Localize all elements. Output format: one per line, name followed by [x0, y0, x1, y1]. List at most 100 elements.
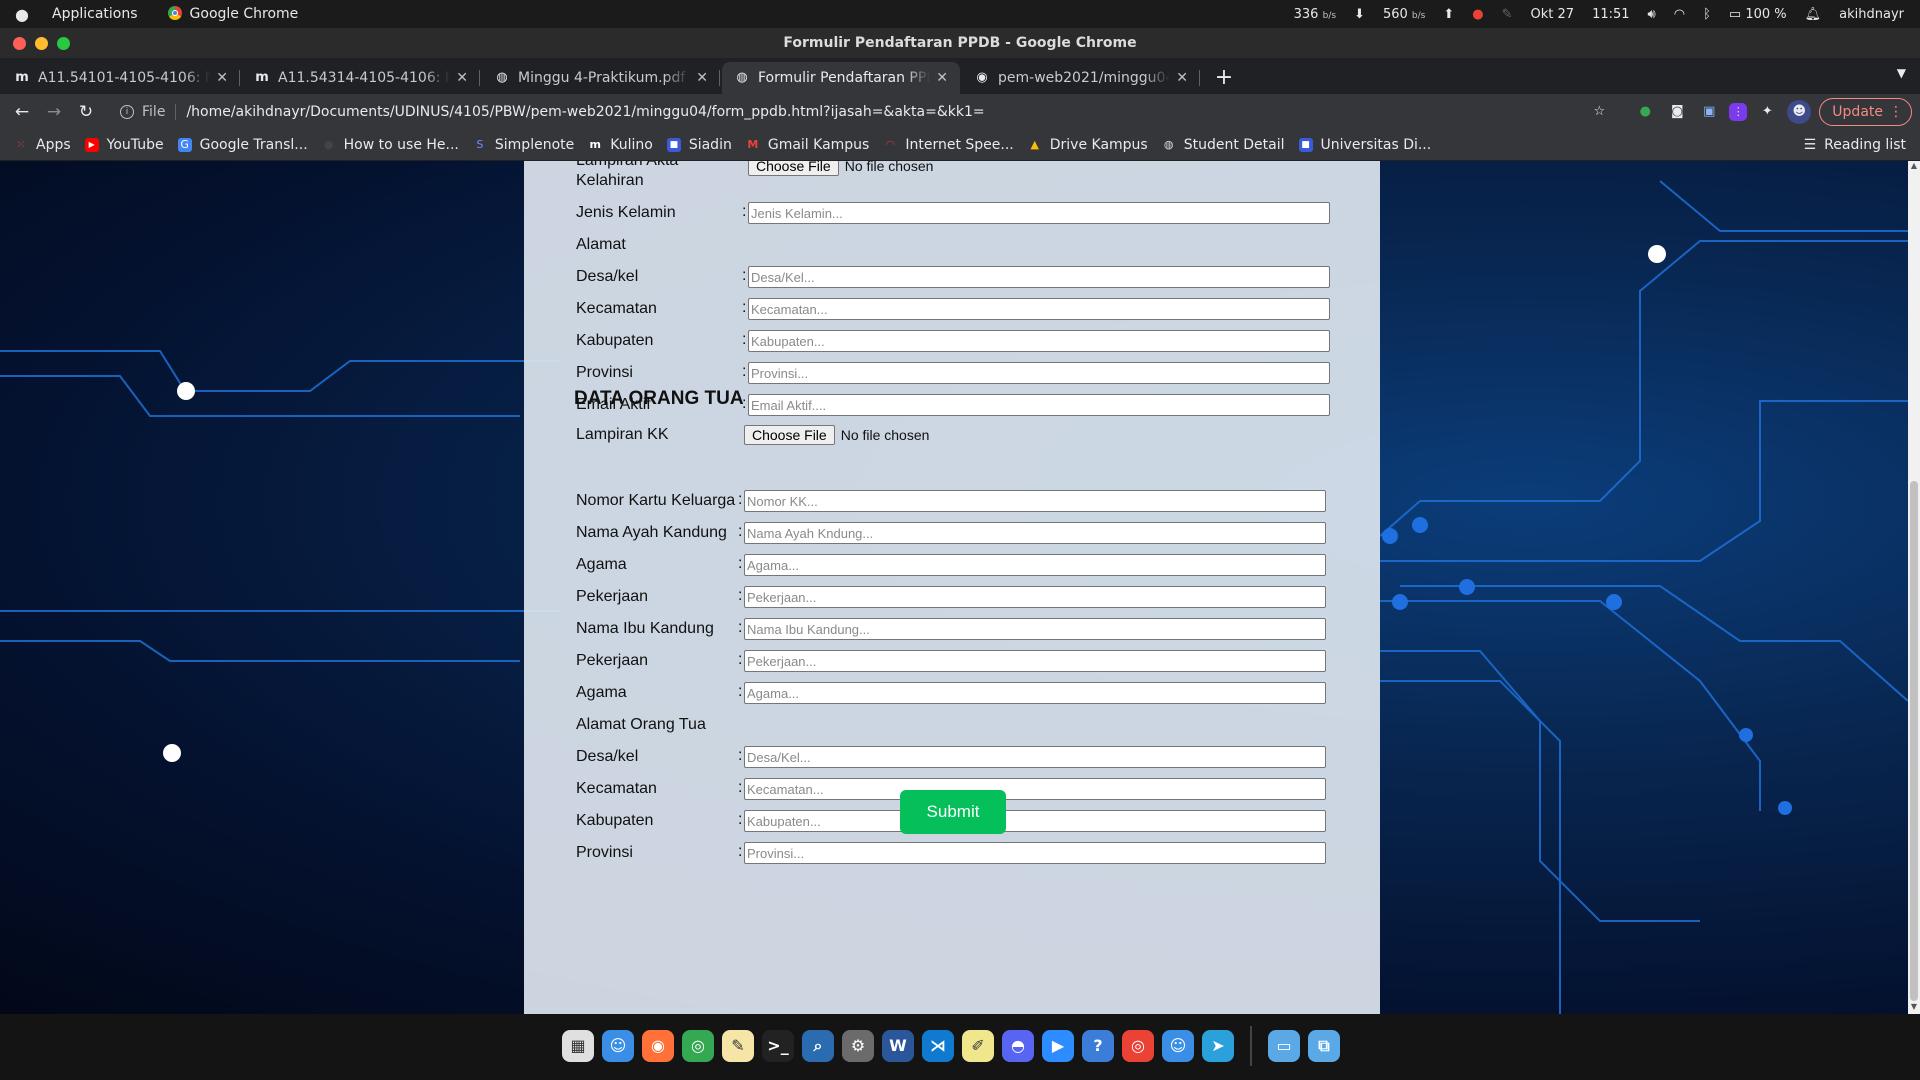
bookmark-star-icon[interactable]: ☆ — [1587, 100, 1611, 124]
bookmark-apps[interactable]: ⁙ Apps — [14, 137, 70, 153]
text-input[interactable] — [744, 682, 1326, 704]
translate-extension-icon[interactable]: ▣ — [1697, 100, 1721, 124]
tab-github[interactable]: ◉ pem-web2021/minggu04 ✕ — [962, 62, 1200, 94]
bookmark-student-detail[interactable]: ◍ Student Detail — [1162, 137, 1285, 153]
text-input[interactable] — [744, 746, 1326, 768]
search-icon[interactable]: ⌕ — [802, 1030, 834, 1062]
close-tab-icon[interactable]: ✕ — [456, 62, 468, 94]
tab-moodle-1[interactable]: m A11.54101-4105-4106: Me ✕ — [2, 62, 240, 94]
bookmark-kulino[interactable]: m Kulino — [588, 137, 653, 153]
text-input[interactable] — [744, 842, 1326, 864]
bookmark-how-to-use[interactable]: ● How to use He... — [322, 137, 459, 153]
firefox-icon[interactable]: ◉ — [642, 1030, 674, 1062]
maximize-window-button[interactable] — [57, 37, 70, 50]
tab-search-chevron-icon[interactable]: ▼ — [1897, 66, 1906, 80]
update-button[interactable]: Update — [1819, 98, 1912, 126]
notification-bell-icon[interactable]: 🔔︎ — [1805, 7, 1822, 22]
bookmark-siadin[interactable]: ■ Siadin — [666, 137, 732, 153]
text-input[interactable] — [748, 202, 1330, 224]
extension-globe-icon[interactable]: ● — [1633, 100, 1657, 124]
text-input[interactable] — [748, 330, 1330, 352]
notes-icon[interactable]: ✎ — [722, 1030, 754, 1062]
reading-list[interactable]: ☰ Reading list — [1804, 130, 1906, 160]
notes-app-icon[interactable]: ✐ — [962, 1030, 994, 1062]
close-tab-icon[interactable]: ✕ — [216, 62, 228, 94]
akta-file-input[interactable]: Choose File No file chosen — [748, 161, 933, 176]
tab-moodle-2[interactable]: m A11.54314-4105-4106: Rep ✕ — [242, 62, 480, 94]
settings-icon[interactable]: ⚙ — [842, 1030, 874, 1062]
chrome-icon[interactable]: ◎ — [682, 1030, 714, 1062]
text-input[interactable] — [744, 490, 1326, 512]
scroll-down-arrow-icon[interactable]: ▼ — [1908, 1002, 1920, 1014]
finder-icon[interactable]: ☺ — [602, 1030, 634, 1062]
bookmark-drive-kampus[interactable]: ▲ Drive Kampus — [1028, 137, 1148, 153]
camera-extension-icon[interactable]: ◙ — [1665, 100, 1689, 124]
discord-icon[interactable]: ◓ — [1002, 1030, 1034, 1062]
close-tab-icon[interactable]: ✕ — [936, 62, 948, 94]
help-icon[interactable]: ? — [1082, 1030, 1114, 1062]
text-input[interactable] — [744, 586, 1326, 608]
url-path[interactable]: /home/akihdnayr/Documents/UDINUS/4105/PB… — [186, 104, 984, 120]
bookmark-youtube[interactable]: ▶ YouTube — [84, 137, 164, 153]
text-input[interactable] — [744, 522, 1326, 544]
choose-file-button[interactable]: Choose File — [748, 161, 839, 176]
bookmark-internet-speed[interactable]: ◠ Internet Spee... — [883, 137, 1014, 153]
page-scrollbar[interactable]: ▲ ▼ — [1908, 161, 1920, 1014]
submit-button[interactable]: Submit — [900, 790, 1006, 834]
scrollbar-thumb[interactable] — [1910, 481, 1918, 1001]
minimize-window-button[interactable] — [35, 37, 48, 50]
text-input[interactable] — [744, 810, 1326, 832]
battery-indicator[interactable]: ▭ 100 % — [1729, 7, 1787, 22]
address-bar[interactable]: i File /home/akihdnayr/Documents/UDINUS/… — [112, 98, 1592, 126]
volume-icon[interactable]: 🔊︎ — [1648, 7, 1656, 22]
text-input[interactable] — [748, 266, 1330, 288]
chrome-tray-icon[interactable]: ● — [1472, 7, 1483, 22]
date[interactable]: Okt 27 — [1531, 7, 1575, 22]
new-tab-plus-icon[interactable]: + — [1210, 62, 1238, 94]
close-tab-icon[interactable]: ✕ — [1176, 62, 1188, 94]
pen-tray-icon[interactable]: ✎ — [1502, 7, 1513, 22]
telegram-icon[interactable]: ➤ — [1202, 1030, 1234, 1062]
extensions-puzzle-icon[interactable]: ✦ — [1755, 100, 1779, 124]
user-menu[interactable]: akihdnayr — [1839, 7, 1904, 22]
folder-icon[interactable]: ▭ — [1268, 1030, 1300, 1062]
zoom-icon[interactable]: ▶ — [1042, 1030, 1074, 1062]
purple-extension-icon[interactable]: ⋮ — [1729, 103, 1748, 121]
text-input[interactable] — [748, 298, 1330, 320]
word-icon[interactable]: W — [882, 1030, 914, 1062]
bookmark-universitas[interactable]: ■ Universitas Di... — [1298, 137, 1431, 153]
text-input[interactable] — [748, 394, 1330, 416]
text-input[interactable] — [744, 778, 1326, 800]
applications-menu[interactable]: Applications — [52, 6, 138, 22]
text-input[interactable] — [744, 650, 1326, 672]
finder-2-icon[interactable]: ☺ — [1162, 1030, 1194, 1062]
text-input[interactable] — [744, 554, 1326, 576]
bookmark-simplenote[interactable]: S Simplenote — [473, 137, 574, 153]
info-icon[interactable]: i — [120, 105, 134, 119]
bookmark-gmail-kampus[interactable]: M Gmail Kampus — [746, 137, 869, 153]
text-input[interactable] — [748, 362, 1330, 384]
text-input[interactable] — [744, 618, 1326, 640]
tab-formulir-active[interactable]: ◍ Formulir Pendaftaran PPDB ✕ — [722, 62, 960, 94]
time[interactable]: 11:51 — [1592, 7, 1629, 22]
tab-pdf[interactable]: ◍ Minggu 4-Praktikum.pdf ✕ — [482, 62, 720, 94]
apple-icon[interactable]: ● — [0, 5, 44, 24]
bluetooth-icon[interactable]: ᛒ — [1703, 7, 1711, 22]
terminal-icon[interactable]: >_ — [762, 1030, 794, 1062]
screenshot-icon[interactable]: ⧉ — [1308, 1030, 1340, 1062]
forward-arrow-icon[interactable]: → — [38, 102, 70, 122]
chrome-2-icon[interactable]: ◎ — [1122, 1030, 1154, 1062]
close-tab-icon[interactable]: ✕ — [696, 62, 708, 94]
back-arrow-icon[interactable]: ← — [6, 102, 38, 122]
profile-avatar[interactable]: ☻ — [1787, 100, 1812, 124]
wifi-icon[interactable]: ◠ — [1674, 7, 1685, 22]
scroll-up-arrow-icon[interactable]: ▲ — [1908, 161, 1920, 173]
launchpad-icon[interactable]: ▦ — [562, 1030, 594, 1062]
vscode-icon[interactable]: ⋊ — [922, 1030, 954, 1062]
active-app-menu[interactable]: Google Chrome — [167, 6, 298, 22]
reload-icon[interactable]: ↻ — [70, 102, 102, 122]
close-window-button[interactable] — [13, 37, 26, 50]
kk-file-input[interactable]: Choose File No file chosen — [744, 425, 929, 445]
choose-file-button[interactable]: Choose File — [744, 425, 835, 445]
bookmark-google-translate[interactable]: G Google Transl... — [177, 137, 308, 153]
